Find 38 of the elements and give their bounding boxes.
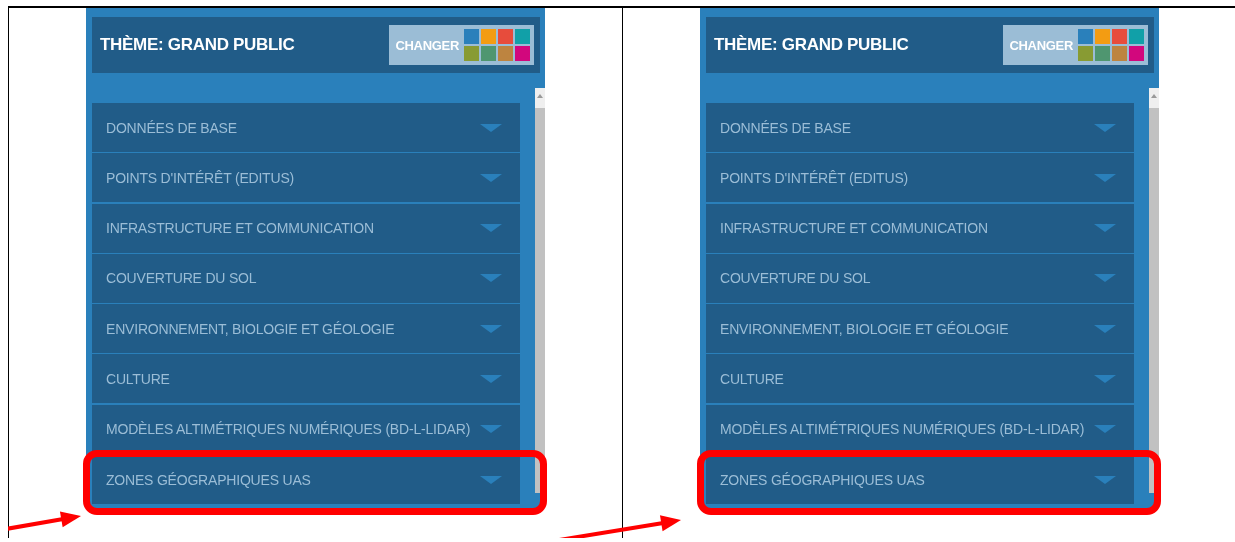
chevron-down-icon [480, 224, 502, 233]
change-theme-button[interactable]: CHANGER [389, 25, 534, 65]
category-item[interactable]: INFRASTRUCTURE ET COMMUNICATION [92, 203, 520, 253]
category-item[interactable]: ZONES GÉOGRAPHIQUES UAS [92, 455, 520, 505]
category-item[interactable]: POINTS D'INTÉRÊT (EDITUS) [92, 153, 520, 203]
theme-title: THÈME: GRAND PUBLIC [100, 35, 295, 55]
category-item[interactable]: ENVIRONNEMENT, BIOLOGIE ET GÉOLOGIE [706, 304, 1134, 354]
scroll-up-icon[interactable] [1151, 94, 1157, 98]
chevron-down-icon [1094, 274, 1116, 283]
category-item[interactable]: DONNÉES DE BASE [706, 103, 1134, 152]
scrollbar[interactable] [535, 88, 545, 493]
chevron-down-icon [1094, 375, 1116, 383]
category-item[interactable]: CULTURE [706, 354, 1134, 404]
chevron-down-icon [480, 425, 502, 434]
category-item[interactable]: COUVERTURE DU SOL [706, 253, 1134, 303]
chevron-down-icon [480, 123, 502, 132]
chevron-down-icon [480, 324, 502, 333]
category-item[interactable]: ZONES GÉOGRAPHIQUES UAS [706, 455, 1134, 505]
scroll-up-icon[interactable] [537, 94, 543, 98]
category-item[interactable]: COUVERTURE DU SOL [92, 253, 520, 303]
theme-title: THÈME: GRAND PUBLIC [714, 35, 909, 55]
chevron-down-icon [1094, 324, 1116, 333]
chevron-down-icon [480, 375, 502, 383]
category-item[interactable]: DONNÉES DE BASE [92, 103, 520, 152]
category-item[interactable]: INFRASTRUCTURE ET COMMUNICATION [706, 203, 1134, 253]
category-item[interactable]: CULTURE [92, 354, 520, 404]
chevron-down-icon [1094, 123, 1116, 132]
category-item[interactable]: POINTS D'INTÉRÊT (EDITUS) [706, 153, 1134, 203]
chevron-down-icon [480, 173, 502, 182]
chevron-down-icon [1094, 224, 1116, 233]
chevron-down-icon [1094, 475, 1116, 484]
chevron-down-icon [1094, 173, 1116, 182]
change-theme-button[interactable]: CHANGER [1003, 25, 1148, 65]
category-item[interactable]: ENVIRONNEMENT, BIOLOGIE ET GÉOLOGIE [92, 304, 520, 354]
chevron-down-icon [480, 274, 502, 283]
scrollbar[interactable] [1149, 88, 1159, 493]
chevron-down-icon [480, 475, 502, 484]
chevron-down-icon [1094, 425, 1116, 434]
